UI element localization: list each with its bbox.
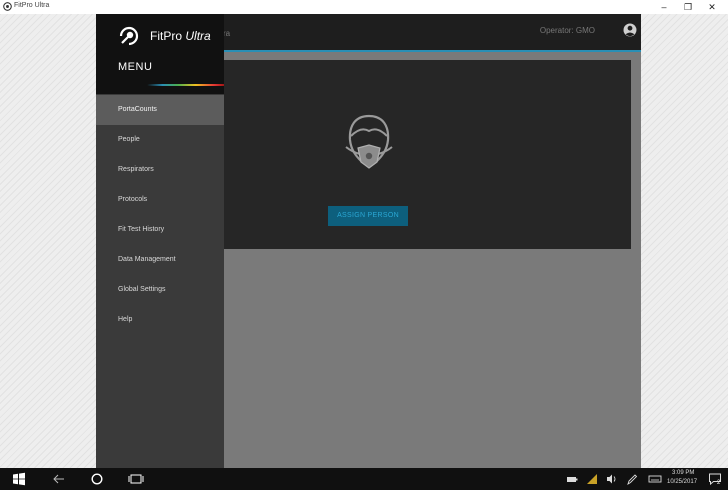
menu-rainbow-divider — [96, 84, 224, 86]
close-button[interactable]: ✕ — [700, 1, 724, 13]
menu-item-data-management[interactable]: Data Management — [96, 245, 224, 275]
right-margin — [641, 14, 728, 468]
operator-label: Operator: GMO — [539, 26, 595, 35]
taskbar: 3:09 PM 10/25/2017 2 — [0, 468, 728, 490]
portacount-card — [220, 60, 631, 249]
tsi-logo-icon — [119, 26, 139, 46]
task-view-icon[interactable] — [128, 472, 144, 486]
menu-item-protocols[interactable]: Protocols — [96, 185, 224, 215]
keyboard-icon[interactable] — [648, 472, 662, 486]
maximize-button[interactable]: ❐ — [676, 1, 700, 13]
brand-name: FitPro Ultra — [150, 29, 211, 43]
mask-icon — [345, 114, 393, 169]
menu-item-global-settings[interactable]: Global Settings — [96, 275, 224, 305]
menu-item-help[interactable]: Help — [96, 305, 224, 335]
taskbar-date[interactable]: 10/25/2017 — [667, 479, 697, 485]
side-menu: FitPro Ultra MENU PortaCounts People Res… — [96, 14, 224, 468]
network-icon[interactable] — [586, 472, 598, 486]
menu-item-people[interactable]: People — [96, 125, 224, 155]
menu-heading: MENU — [118, 61, 153, 73]
assign-person-button[interactable]: ASSIGN PERSON — [328, 206, 408, 226]
menu-header: FitPro Ultra MENU — [96, 14, 224, 94]
notification-count: 2 — [717, 480, 721, 486]
pen-icon[interactable] — [626, 472, 638, 486]
tsi-logo-icon — [3, 2, 12, 11]
left-margin — [0, 14, 96, 468]
header-crumb: ra — [223, 29, 231, 38]
minimize-button[interactable]: – — [652, 1, 676, 13]
search-circle-icon[interactable] — [90, 472, 104, 486]
app-window: ra Operator: GMO ASSIGN PERSON FitPro Ul… — [96, 14, 641, 468]
menu-item-respirators[interactable]: Respirators — [96, 155, 224, 185]
window-titlebar: FitPro Ultra – ❐ ✕ — [0, 0, 728, 14]
menu-item-portacounts[interactable]: PortaCounts — [96, 95, 224, 125]
back-arrow-icon[interactable] — [52, 472, 66, 486]
windows-start-icon[interactable] — [12, 472, 26, 486]
taskbar-time[interactable]: 3:09 PM — [672, 470, 694, 476]
user-icon[interactable] — [623, 23, 637, 37]
menu-item-fit-test-history[interactable]: Fit Test History — [96, 215, 224, 245]
battery-icon[interactable] — [566, 472, 578, 486]
volume-icon[interactable] — [606, 472, 618, 486]
window-title: FitPro Ultra — [14, 2, 50, 9]
